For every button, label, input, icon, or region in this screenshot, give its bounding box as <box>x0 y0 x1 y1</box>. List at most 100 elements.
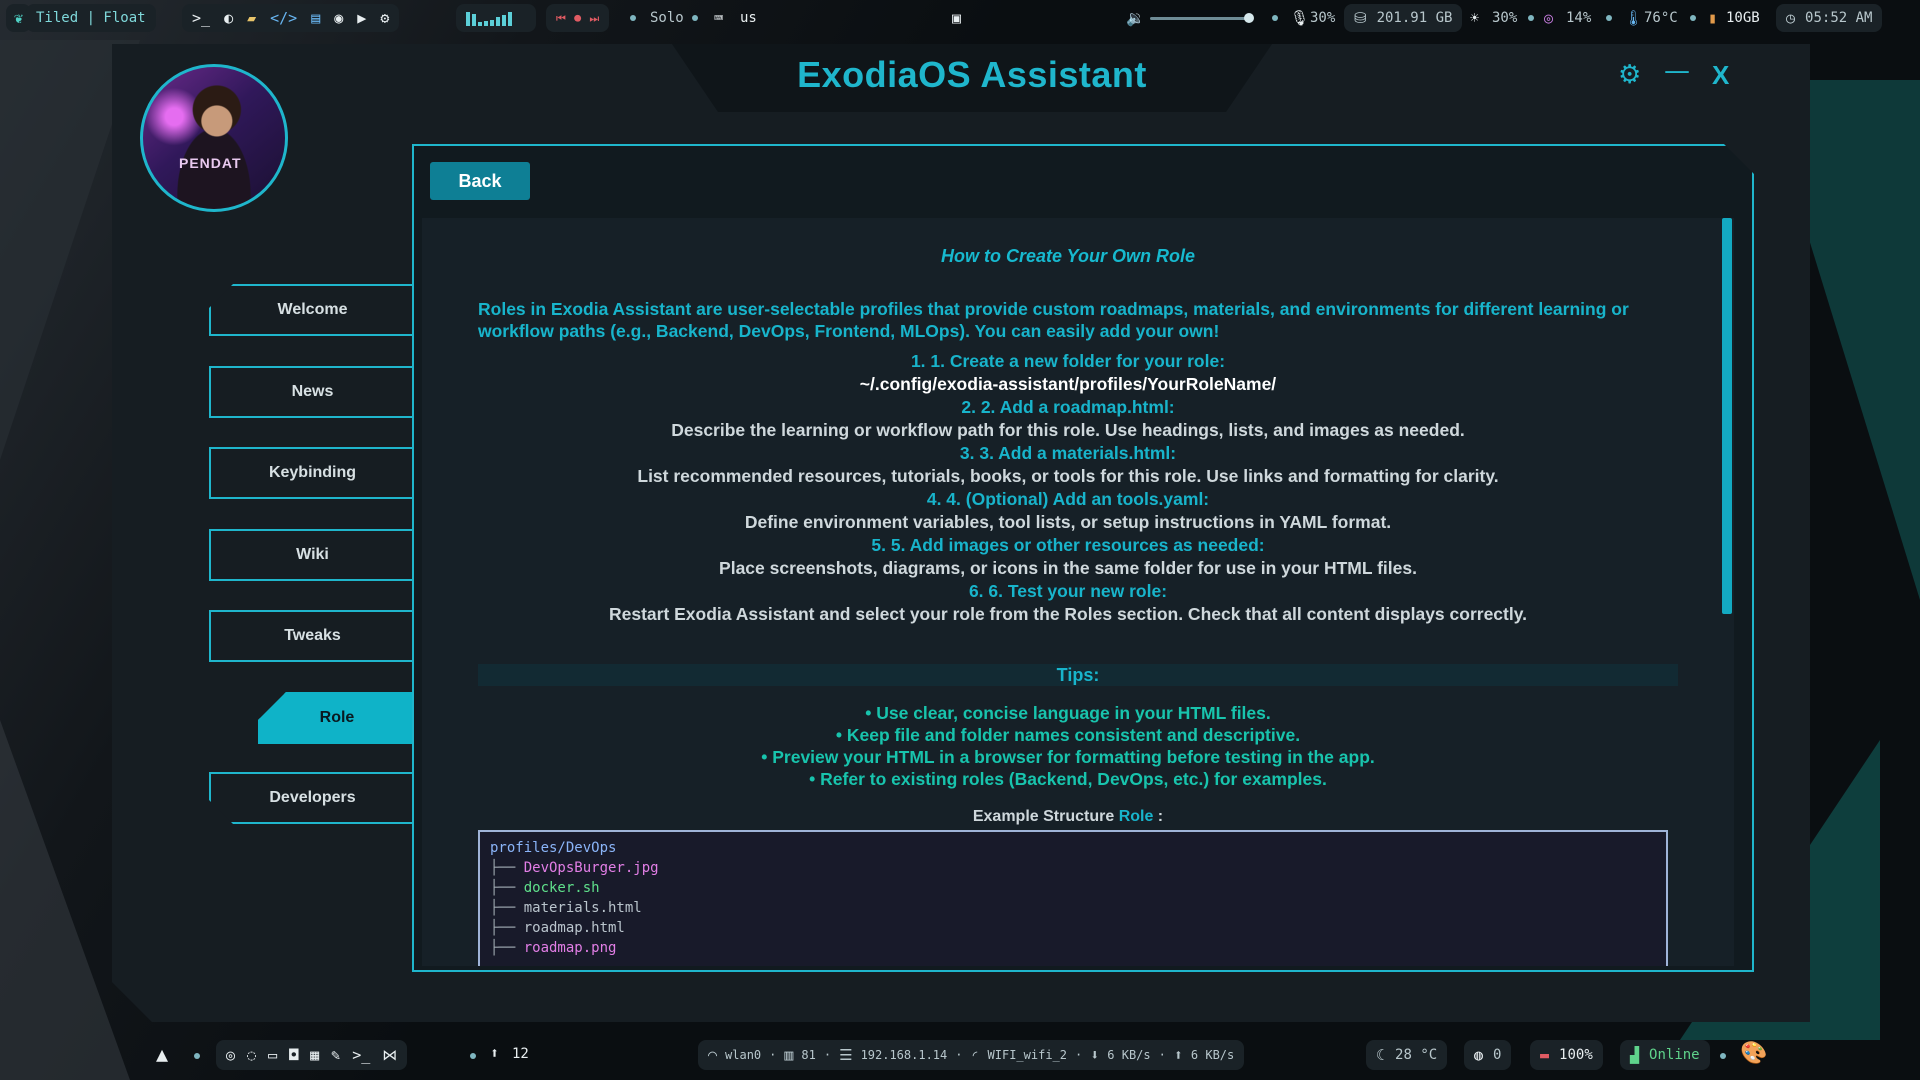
laptop-icon[interactable]: ▭ <box>268 1047 277 1063</box>
separator-dot-text: · <box>769 1048 777 1062</box>
github-widget[interactable]: ◍ 0 <box>1464 1040 1512 1070</box>
sidebar-item-tweaks[interactable]: Tweaks <box>209 610 414 662</box>
clock[interactable]: ◷ 05:52 AM <box>1776 4 1883 32</box>
keyboard-icon: ⌨ <box>714 8 724 27</box>
sidebar-item-keybinding[interactable]: Keybinding <box>209 447 414 499</box>
previous-icon[interactable]: ⏮ <box>556 13 566 24</box>
minimize-icon[interactable]: — <box>1664 56 1690 86</box>
code-file-row: ├── roadmap.html <box>490 918 1656 938</box>
download-speed: 6 KB/s <box>1107 1048 1151 1062</box>
updates-icon: ⬆ <box>490 1044 500 1062</box>
example-code-block: profiles/DevOps ├── DevOpsBurger.jpg ├──… <box>478 830 1668 966</box>
palette-icon[interactable]: 🎨 <box>1740 1043 1767 1065</box>
next-icon[interactable]: ⏭ <box>589 13 599 24</box>
memory-icon: ▮ <box>1708 8 1718 27</box>
tree-branch: ├── <box>490 940 524 956</box>
record-icon[interactable]: ⏺ <box>574 10 582 26</box>
close-icon[interactable]: X <box>1712 60 1729 91</box>
app-shortcuts: >_ ◐ ▰ </> ▤ ◉ ▶ ⚙ <box>182 4 400 32</box>
step-heading: 5. 5. Add images or other resources as n… <box>871 535 1265 555</box>
intro-paragraph: Roles in Exodia Assistant are user-selec… <box>478 299 1629 341</box>
tray-icon[interactable]: ▣ <box>952 10 961 26</box>
online-status: ▟ Online <box>1620 1040 1710 1070</box>
step-detail: Restart Exodia Assistant and select your… <box>608 604 1528 624</box>
step-detail: Place screenshots, diagrams, or icons in… <box>719 558 1417 578</box>
weather-widget[interactable]: ☾ 28 °C <box>1366 1040 1448 1070</box>
discord-icon[interactable]: ◘ <box>289 1047 298 1063</box>
separator-dot-text: · <box>823 1048 832 1062</box>
top-panel: ❦ Tiled | Float >_ ◐ ▰ </> ▤ ◉ ▶ ⚙ ⏮ ⏺ ⏭… <box>0 0 1920 36</box>
volume-icon[interactable]: 🔉 <box>1126 10 1145 26</box>
signal-bars-icon: ▟ <box>1630 1045 1640 1064</box>
tree-branch: ├── <box>490 900 524 916</box>
tree-branch: ├── <box>490 880 524 896</box>
layout-mode-toggle[interactable]: Tiled | Float <box>26 4 156 32</box>
step-detail: Define environment variables, tool lists… <box>744 512 1392 532</box>
memory-value: 10GB <box>1726 10 1760 26</box>
step-detail: ~/.config/exodia-assistant/profiles/Your… <box>859 374 1277 394</box>
arch-logo-icon[interactable]: ▲ <box>156 1044 168 1064</box>
code-file-name: roadmap.png <box>523 940 617 956</box>
brightness-value: 30% <box>1492 10 1518 26</box>
weather-temp: 28 °C <box>1395 1047 1438 1063</box>
battery-icon: ▬ <box>1540 1045 1550 1064</box>
whatsapp-icon[interactable]: ◌ <box>247 1047 256 1063</box>
sidebar-item-label: Role <box>319 709 355 726</box>
avatar: PENDAT <box>140 64 288 212</box>
cpu-sparkline <box>466 10 512 26</box>
disk-usage: ⛁ 201.91 GB <box>1344 4 1463 32</box>
sidebar-item-wiki[interactable]: Wiki <box>209 529 414 581</box>
thermometer-icon: 🌡 <box>1624 8 1644 27</box>
code-file-name: DevOpsBurger.jpg <box>523 860 659 876</box>
folder-icon[interactable]: ▰ <box>247 10 256 26</box>
chat-icon[interactable]: ◉ <box>334 10 343 26</box>
tip-item: • Refer to existing roles (Backend, DevO… <box>809 769 1327 789</box>
back-button[interactable]: Back <box>430 162 530 200</box>
firefox-icon[interactable]: ◐ <box>224 10 233 26</box>
gear-icon[interactable]: ⚙ <box>380 10 389 26</box>
mic-level: 30% <box>1310 10 1336 26</box>
terminal-icon[interactable]: >_ <box>352 1047 370 1063</box>
volume-slider[interactable] <box>1150 13 1254 23</box>
book-icon[interactable]: ▤ <box>311 10 320 26</box>
youtube-icon[interactable]: ▶ <box>357 10 366 26</box>
sidebar-item-label: News <box>291 383 334 400</box>
wallpaper-shard <box>0 720 130 1080</box>
status-text: Online <box>1649 1047 1700 1063</box>
disk-value: 201.91 GB <box>1376 10 1453 26</box>
scrollbar-thumb[interactable] <box>1722 218 1732 614</box>
role-guide-content[interactable]: How to Create Your Own Role Roles in Exo… <box>422 218 1734 966</box>
brightness-icon: ☀ <box>1470 8 1480 27</box>
network-signal: 81 <box>801 1048 816 1062</box>
sidebar-item-news[interactable]: News <box>209 366 414 418</box>
code-file-name: docker.sh <box>523 880 600 896</box>
sidebar-item-role[interactable]: Role <box>258 692 414 744</box>
volume-slider-thumb[interactable] <box>1244 13 1254 23</box>
workspace-label: Solo <box>650 10 684 26</box>
code-icon[interactable]: </> <box>270 10 297 26</box>
download-icon: ⬇ <box>1090 1045 1100 1064</box>
avatar-shirt-text: PENDAT <box>179 155 242 171</box>
gallery-icon[interactable]: ▦ <box>310 1047 319 1063</box>
network-info: ◠ wlan0 · ▥ 81 · ☰ 192.168.1.14 · ◜ WIFI… <box>698 1040 1245 1070</box>
steps-list: 1. 1. Create a new folder for your role:… <box>422 350 1714 626</box>
separator-dot <box>1528 15 1534 21</box>
updates-count[interactable]: 12 <box>512 1046 529 1062</box>
example-title: Example Structure Role : <box>422 808 1714 826</box>
terminal-icon[interactable]: >_ <box>192 10 210 26</box>
code-file-name: materials.html <box>523 900 642 916</box>
keyboard-layout[interactable]: us <box>740 10 757 26</box>
step-detail: Describe the learning or workflow path f… <box>671 420 1465 440</box>
upload-icon: ⬆ <box>1173 1045 1183 1064</box>
editor-icon[interactable]: ✎ <box>331 1047 340 1063</box>
battery-widget: ▬ 100% <box>1530 1040 1603 1070</box>
sidebar-item-developers[interactable]: Developers <box>209 772 414 824</box>
sidebar-item-welcome[interactable]: Welcome <box>209 284 414 336</box>
vscode-icon[interactable]: ⋈ <box>382 1047 397 1063</box>
chrome-icon[interactable]: ◎ <box>226 1047 235 1063</box>
section-title: How to Create Your Own Role <box>940 246 1196 266</box>
settings-gear-icon[interactable]: ⚙ <box>1618 60 1641 90</box>
microphone-icon[interactable]: 🎙 <box>1290 10 1309 26</box>
github-count: 0 <box>1493 1047 1502 1063</box>
separator-dot <box>692 15 698 21</box>
